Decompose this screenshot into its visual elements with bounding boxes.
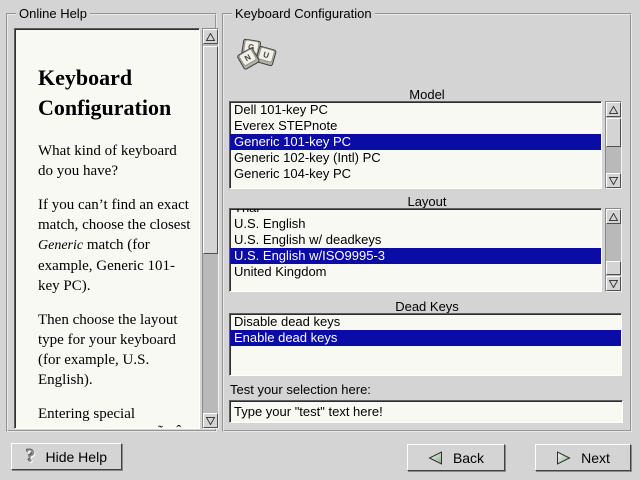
help-heading-line1: Keyboard [38, 65, 132, 90]
hide-help-label: Hide Help [46, 449, 107, 465]
help-paragraph: If you can’t find an exact match, choose… [38, 195, 191, 296]
arrow-up-icon [609, 213, 618, 221]
back-button[interactable]: Back [407, 444, 505, 471]
scroll-up-button[interactable] [606, 209, 621, 224]
dead-keys-list[interactable]: Disable dead keysEnable dead keys [229, 313, 622, 376]
scroll-up-button[interactable] [203, 29, 218, 44]
help-scrollbar[interactable] [202, 28, 219, 429]
installer-window: Online Help Keyboard Configuration What … [0, 0, 640, 480]
next-arrow-icon [556, 451, 571, 465]
test-input[interactable] [230, 401, 622, 422]
arrow-up-icon [206, 33, 215, 41]
next-button[interactable]: Next [535, 444, 631, 471]
layout-list[interactable]: ThaiU.S. EnglishU.S. English w/ deadkeys… [229, 208, 602, 292]
help-paragraph: Entering special characters (such as Ñ, … [38, 404, 191, 429]
gnu-keyboard-keys-icon: G U N [235, 36, 279, 74]
list-item[interactable]: Dell 101-key PC [230, 102, 601, 118]
online-help-frame-label: Online Help [16, 6, 90, 21]
list-item[interactable]: U.S. English [230, 216, 601, 232]
model-scrollbar[interactable] [605, 101, 622, 189]
list-item[interactable]: United Kingdom [230, 264, 601, 280]
arrow-down-icon [206, 417, 215, 425]
question-mark-icon: ? [26, 447, 36, 466]
test-selection-label: Test your selection here: [230, 382, 371, 397]
keyboard-config-frame-label: Keyboard Configuration [232, 6, 375, 21]
scrollbar-thumb[interactable] [606, 118, 621, 147]
hide-help-button[interactable]: ? Hide Help [11, 443, 122, 470]
arrow-down-icon [609, 280, 618, 288]
help-text: If you can’t find an exact match, choose… [38, 197, 190, 233]
help-text-italic: Generic [38, 238, 83, 253]
help-heading-line2: Configuration [38, 95, 171, 120]
list-item[interactable]: Generic 101-key PC [230, 134, 601, 150]
list-item[interactable]: Generic 104-key PC [230, 166, 601, 182]
model-list[interactable]: Dell 101-key PCEverex STEPnoteGeneric 10… [229, 101, 602, 189]
layout-section-label: Layout [230, 194, 624, 209]
arrow-up-icon [609, 106, 618, 114]
scrollbar-thumb[interactable] [606, 261, 621, 275]
scroll-down-button[interactable] [606, 173, 621, 188]
list-item[interactable]: Everex STEPnote [230, 118, 601, 134]
list-item[interactable]: U.S. English w/ISO9995-3 [230, 248, 601, 264]
keyboard-config-panel: Keyboard Configuration G U N Model Dell [222, 13, 632, 432]
list-item[interactable]: Thai [230, 208, 601, 216]
model-section-label: Model [230, 87, 624, 102]
list-item[interactable]: Disable dead keys [230, 314, 621, 330]
help-viewport: Keyboard Configuration What kind of keyb… [14, 28, 200, 429]
list-item[interactable]: Enable dead keys [230, 330, 621, 346]
next-label: Next [581, 450, 610, 466]
list-item[interactable]: Generic 102-key (Intl) PC [230, 150, 601, 166]
help-heading: Keyboard Configuration [38, 63, 193, 123]
help-paragraph: Then choose the layout type for your key… [38, 310, 191, 390]
scrollbar-thumb[interactable] [203, 46, 218, 254]
scroll-down-button[interactable] [203, 413, 218, 428]
back-label: Back [453, 450, 484, 466]
arrow-down-icon [609, 177, 618, 185]
online-help-panel: Online Help Keyboard Configuration What … [6, 13, 217, 432]
scroll-up-button[interactable] [606, 102, 621, 117]
layout-scrollbar[interactable] [605, 208, 622, 292]
scroll-down-button[interactable] [606, 276, 621, 291]
list-item[interactable]: U.S. English w/ deadkeys [230, 232, 601, 248]
deadkeys-section-label: Dead Keys [230, 299, 624, 314]
back-arrow-icon [428, 451, 443, 465]
help-paragraph: What kind of keyboard do you have? [38, 141, 191, 181]
test-input-wrapper [229, 400, 623, 423]
